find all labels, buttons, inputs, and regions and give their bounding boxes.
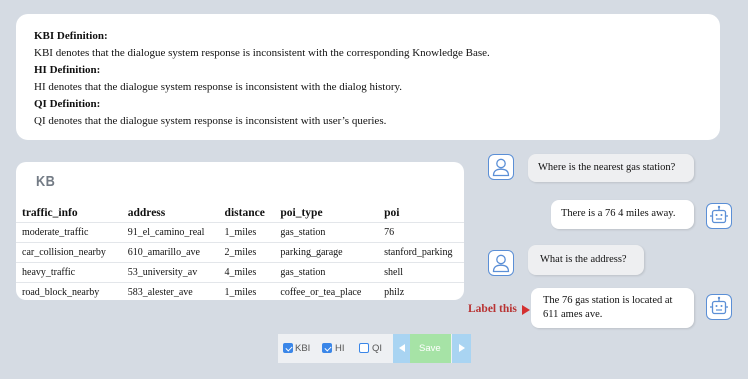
table-row: heavy_traffic 53_university_av 4_miles g… [16, 262, 464, 283]
table-cell: 1_miles [218, 282, 275, 300]
user-message-text: What is the address? [540, 254, 627, 265]
qi-text: QI denotes that the dialogue system resp… [34, 115, 387, 127]
table-cell: road_block_nearby [16, 282, 122, 300]
triangle-right-icon [459, 344, 465, 352]
table-cell: 2_miles [218, 242, 275, 263]
label-toolbar: KBI HI QI Save [278, 334, 471, 363]
system-message-text: 611 ames ave. [543, 309, 603, 320]
user-message-bubble: What is the address? [528, 245, 644, 275]
table-cell: stanford_parking [378, 242, 464, 263]
checkbox-checked-icon[interactable] [322, 343, 332, 353]
qi-checkbox-label: QI [372, 343, 383, 354]
user-message-text: Where is the nearest gas station? [538, 162, 676, 173]
table-cell: shell [378, 262, 464, 283]
kb-table: traffic_info address distance poi_type p… [16, 203, 464, 300]
person-icon [488, 154, 514, 180]
knowledge-base-card: KB traffic_info address distance poi_typ… [16, 162, 464, 300]
system-message-bubble: The 76 gas station is located at 611 ame… [531, 288, 694, 328]
table-cell: moderate_traffic [16, 222, 122, 243]
kb-column-header: poi_type [280, 206, 323, 219]
hi-checkbox[interactable]: HI [318, 334, 352, 363]
kb-column-header: poi [384, 206, 400, 219]
user-message-bubble: Where is the nearest gas station? [528, 154, 694, 182]
triangle-left-icon [399, 344, 405, 352]
table-cell: car_collision_nearby [16, 242, 122, 263]
kb-header-row: traffic_info address distance poi_type p… [16, 203, 464, 223]
triangle-right-icon [522, 305, 530, 315]
next-button[interactable] [452, 334, 471, 363]
hi-checkbox-label: HI [335, 343, 345, 354]
qi-checkbox[interactable]: QI [356, 334, 390, 363]
kb-title: KB [36, 173, 56, 190]
kb-column-header: distance [224, 206, 265, 219]
table-cell: philz [378, 282, 464, 300]
definitions-card: KBI Definition: KBI denotes that the dia… [16, 14, 720, 140]
table-cell: 4_miles [218, 262, 275, 283]
table-cell: 53_university_av [121, 262, 219, 283]
annotation-panel: KBI Definition: KBI denotes that the dia… [0, 0, 748, 379]
kbi-checkbox-label: KBI [295, 343, 311, 354]
table-cell: coffee_or_tea_place [274, 282, 379, 300]
table-cell: heavy_traffic [16, 262, 122, 283]
checkbox-checked-icon[interactable] [283, 343, 293, 353]
robot-icon [706, 294, 732, 320]
kbi-text: KBI denotes that the dialogue system res… [34, 47, 490, 59]
table-cell: parking_garage [274, 242, 379, 263]
table-row: moderate_traffic 91_el_camino_real 1_mil… [16, 222, 464, 243]
kb-column-header: traffic_info [22, 206, 78, 219]
person-icon [488, 250, 514, 276]
kb-column-header: address [127, 206, 166, 219]
system-message-text: There is a 76 4 miles away. [561, 208, 676, 219]
table-row: road_block_nearby 583_alester_ave 1_mile… [16, 282, 464, 300]
table-cell: 76 [378, 222, 464, 243]
table-cell: gas_station [274, 222, 379, 243]
save-button[interactable]: Save [410, 334, 451, 363]
table-cell: 610_amarillo_ave [121, 242, 219, 263]
table-cell: 1_miles [218, 222, 275, 243]
hi-text: HI denotes that the dialogue system resp… [34, 81, 403, 93]
qi-heading: QI Definition: [34, 98, 101, 110]
label-this-marker: Label this [468, 303, 517, 315]
system-message-bubble: There is a 76 4 miles away. [551, 200, 694, 229]
robot-icon [706, 203, 732, 229]
kbi-heading: KBI Definition: [34, 30, 108, 42]
checkbox-unchecked-icon[interactable] [359, 343, 369, 353]
hi-heading: HI Definition: [34, 64, 101, 76]
table-row: car_collision_nearby 610_amarillo_ave 2_… [16, 242, 464, 263]
table-cell: gas_station [274, 262, 379, 283]
system-message-text: The 76 gas station is located at [543, 295, 673, 306]
table-cell: 91_el_camino_real [121, 222, 219, 243]
table-cell: 583_alester_ave [121, 282, 219, 300]
save-button-label: Save [419, 343, 441, 354]
kbi-checkbox[interactable]: KBI [278, 334, 314, 363]
